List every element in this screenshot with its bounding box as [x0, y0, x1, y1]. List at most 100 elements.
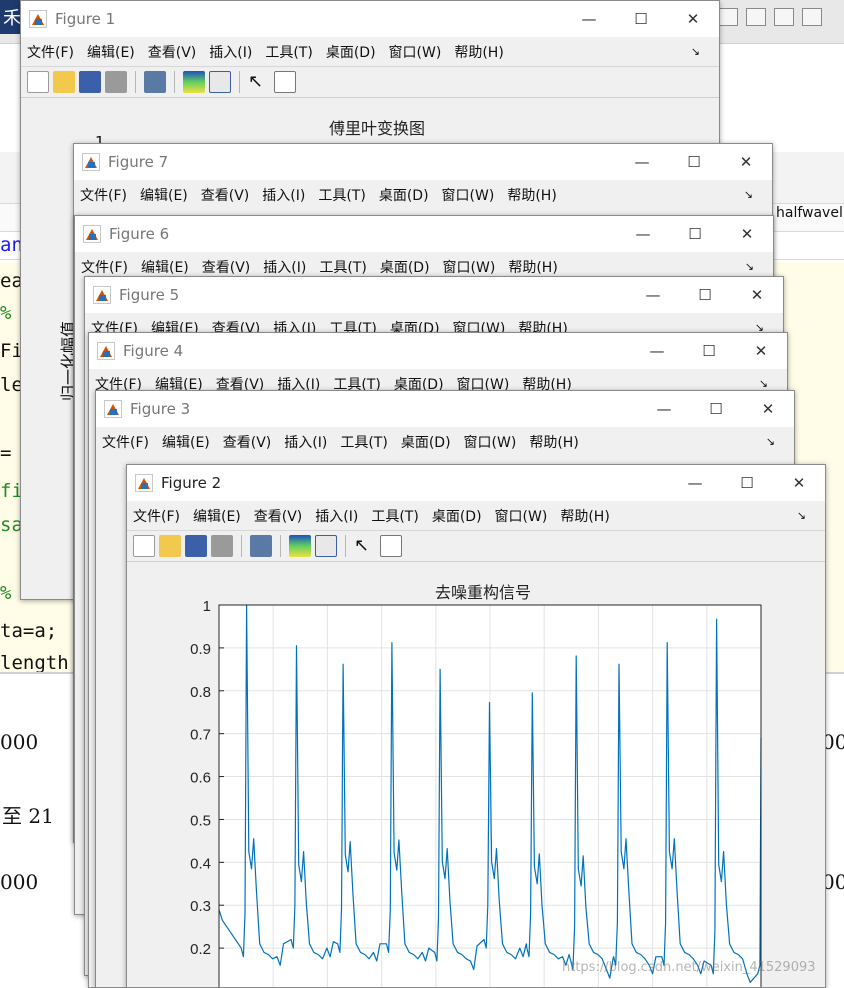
open-file-icon[interactable]: [53, 71, 75, 93]
minimize-button[interactable]: —: [669, 465, 721, 501]
save-icon[interactable]: [185, 535, 207, 557]
legend-icon[interactable]: [209, 71, 231, 93]
menu-help[interactable]: 帮助(H): [508, 257, 557, 277]
figure-titlebar[interactable]: Figure 2 — ☐ ✕: [127, 465, 825, 501]
menu-edit[interactable]: 编辑(E): [140, 185, 188, 205]
menu-file[interactable]: 文件(F): [81, 257, 128, 277]
menu-edit[interactable]: 编辑(E): [162, 432, 210, 452]
minimize-button[interactable]: —: [631, 333, 683, 369]
minimize-button[interactable]: —: [563, 1, 615, 37]
menu-insert[interactable]: 插入(I): [209, 42, 252, 62]
menu-desktop[interactable]: 桌面(D): [326, 42, 376, 62]
menu-tools[interactable]: 工具(T): [340, 432, 387, 452]
cut-icon[interactable]: [746, 8, 766, 26]
link-plot-icon[interactable]: [144, 71, 166, 93]
menu-window[interactable]: 窗口(W): [464, 432, 517, 452]
property-editor-icon[interactable]: [380, 535, 402, 557]
menu-window[interactable]: 窗口(W): [442, 185, 495, 205]
menu-edit[interactable]: 编辑(E): [87, 42, 135, 62]
menu-insert[interactable]: 插入(I): [263, 257, 306, 277]
figure-window-2[interactable]: Figure 2 — ☐ ✕ 文件(F) 编辑(E) 查看(V) 插入(I) 工…: [126, 464, 826, 988]
copy-icon[interactable]: [774, 8, 794, 26]
menu-edit[interactable]: 编辑(E): [193, 506, 241, 526]
menu-file[interactable]: 文件(F): [133, 506, 180, 526]
menu-tools[interactable]: 工具(T): [319, 257, 366, 277]
figure-titlebar[interactable]: Figure 7 — ☐ ✕: [74, 144, 772, 180]
menubar-overflow-icon[interactable]: ↘: [745, 260, 754, 273]
maximize-button[interactable]: ☐: [690, 391, 742, 427]
menu-desktop[interactable]: 桌面(D): [379, 185, 429, 205]
minimize-button[interactable]: —: [617, 216, 669, 252]
open-file-icon[interactable]: [159, 535, 181, 557]
menu-tools[interactable]: 工具(T): [371, 506, 418, 526]
menubar-overflow-icon[interactable]: ↘: [797, 509, 806, 522]
menu-view[interactable]: 查看(V): [202, 257, 251, 277]
close-button[interactable]: ✕: [731, 277, 783, 313]
menu-view[interactable]: 查看(V): [201, 185, 250, 205]
close-button[interactable]: ✕: [735, 333, 787, 369]
legend-icon[interactable]: [315, 535, 337, 557]
print-icon[interactable]: [211, 535, 233, 557]
menu-help[interactable]: 帮助(H): [529, 432, 578, 452]
close-button[interactable]: ✕: [667, 1, 719, 37]
menu-edit[interactable]: 编辑(E): [141, 257, 189, 277]
menu-file[interactable]: 文件(F): [102, 432, 149, 452]
link-plot-icon[interactable]: [250, 535, 272, 557]
menu-window[interactable]: 窗口(W): [495, 506, 548, 526]
menu-help[interactable]: 帮助(H): [454, 42, 503, 62]
property-editor-icon[interactable]: [274, 71, 296, 93]
menu-desktop[interactable]: 桌面(D): [380, 257, 430, 277]
figure-titlebar[interactable]: Figure 6 — ☐ ✕: [75, 216, 773, 252]
menu-tools[interactable]: 工具(T): [318, 185, 365, 205]
menu-window[interactable]: 窗口(W): [443, 257, 496, 277]
maximize-button[interactable]: ☐: [721, 465, 773, 501]
menubar-overflow-icon[interactable]: ↘: [744, 188, 753, 201]
figure-title: Figure 6: [109, 225, 170, 243]
close-button[interactable]: ✕: [720, 144, 772, 180]
close-button[interactable]: ✕: [773, 465, 825, 501]
pointer-icon[interactable]: ↖: [354, 535, 376, 557]
menu-window[interactable]: 窗口(W): [389, 42, 442, 62]
menu-desktop[interactable]: 桌面(D): [432, 506, 482, 526]
figure-titlebar[interactable]: Figure 4 — ☐ ✕: [89, 333, 787, 369]
menu-help[interactable]: 帮助(H): [560, 506, 609, 526]
maximize-button[interactable]: ☐: [668, 144, 720, 180]
figure-titlebar[interactable]: Figure 3 — ☐ ✕: [96, 391, 794, 427]
new-figure-icon[interactable]: [27, 71, 49, 93]
minimize-button[interactable]: —: [638, 391, 690, 427]
colorbar-icon[interactable]: [183, 71, 205, 93]
colorbar-icon[interactable]: [289, 535, 311, 557]
menu-help[interactable]: 帮助(H): [507, 185, 556, 205]
figure-titlebar[interactable]: Figure 5 — ☐ ✕: [85, 277, 783, 313]
minimize-button[interactable]: —: [627, 277, 679, 313]
minimize-button[interactable]: —: [616, 144, 668, 180]
paste-icon[interactable]: [802, 8, 822, 26]
save-icon[interactable]: [79, 71, 101, 93]
close-button[interactable]: ✕: [721, 216, 773, 252]
line-chart[interactable]: 0.1 0.2 0.3 0.4 0.5 0.6 0.7 0.8 0.9 1: [127, 563, 826, 988]
menu-insert[interactable]: 插入(I): [284, 432, 327, 452]
menu-file[interactable]: 文件(F): [80, 185, 127, 205]
maximize-button[interactable]: ☐: [669, 216, 721, 252]
menubar-overflow-icon[interactable]: ↘: [766, 435, 775, 448]
close-button[interactable]: ✕: [742, 391, 794, 427]
pointer-icon[interactable]: ↖: [248, 71, 270, 93]
menu-insert[interactable]: 插入(I): [315, 506, 358, 526]
menu-desktop[interactable]: 桌面(D): [401, 432, 451, 452]
new-figure-icon[interactable]: [133, 535, 155, 557]
maximize-button[interactable]: ☐: [683, 333, 735, 369]
menu-view[interactable]: 查看(V): [254, 506, 303, 526]
menu-view[interactable]: 查看(V): [148, 42, 197, 62]
menu-view[interactable]: 查看(V): [223, 432, 272, 452]
save-icon[interactable]: [718, 8, 738, 26]
menu-tools[interactable]: 工具(T): [265, 42, 312, 62]
maximize-button[interactable]: ☐: [615, 1, 667, 37]
maximize-button[interactable]: ☐: [679, 277, 731, 313]
editor-tab-halfwave[interactable]: halfwavel: [776, 205, 843, 221]
figure-titlebar[interactable]: Figure 1 — ☐ ✕: [21, 1, 719, 37]
menu-file[interactable]: 文件(F): [27, 42, 74, 62]
menubar-overflow-icon[interactable]: ↘: [759, 377, 768, 390]
menubar-overflow-icon[interactable]: ↘: [691, 45, 700, 58]
print-icon[interactable]: [105, 71, 127, 93]
menu-insert[interactable]: 插入(I): [262, 185, 305, 205]
